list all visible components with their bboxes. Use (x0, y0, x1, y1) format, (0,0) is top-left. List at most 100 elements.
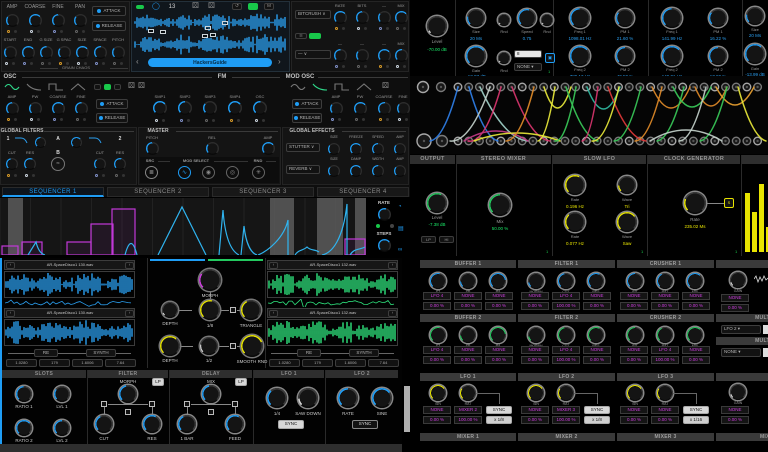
osc-fine-knob[interactable] (74, 101, 88, 115)
clock-rate-knob[interactable] (684, 192, 706, 214)
mod-source-select[interactable]: LFO 4 (552, 346, 580, 354)
mod-dot[interactable] (396, 65, 399, 68)
effect2-size-knob[interactable] (328, 165, 340, 177)
mod-dot[interactable] (379, 118, 382, 121)
mod-dot[interactable] (82, 30, 85, 33)
wave-shape-decay-icon[interactable] (312, 83, 328, 91)
sequencer-display[interactable] (0, 198, 366, 255)
grain-amp-knob[interactable] (5, 13, 19, 27)
effect1-size-knob[interactable] (328, 143, 340, 155)
sample-prev-button[interactable]: ‹ (269, 310, 278, 317)
info-icon[interactable]: ◔ (398, 204, 402, 210)
sample-waveform-right-2[interactable] (268, 320, 397, 345)
filter2-knob[interactable] (70, 136, 82, 148)
mod-amount-value[interactable]: 0.00 % (423, 302, 451, 310)
mod-amount-value[interactable]: 0.00 % (521, 416, 549, 424)
lfo1-rate-knob[interactable] (267, 388, 287, 408)
depth-bottom-knob[interactable] (160, 336, 180, 356)
gran-speed-knob[interactable] (518, 9, 536, 27)
main-waveform-bottom[interactable] (134, 34, 287, 55)
mod-node[interactable] (230, 307, 236, 313)
edge-gain-knob[interactable] (745, 44, 765, 64)
multiple2-input-select[interactable]: NONE ▾ (721, 348, 761, 357)
mod-dot[interactable] (162, 119, 165, 122)
edge-size-knob[interactable] (746, 7, 764, 25)
mod-dot[interactable] (53, 118, 56, 121)
mod-amount-value[interactable]: 100.00 % (552, 356, 580, 364)
mod-dot[interactable] (30, 30, 33, 33)
mod-dot[interactable] (379, 65, 382, 68)
mod-dot[interactable] (75, 30, 78, 33)
sample-param-value[interactable]: 1.6006 (72, 359, 103, 367)
mod-amount-value[interactable]: 100.00 % (552, 416, 580, 424)
ratio-bottom-knob[interactable] (200, 337, 218, 355)
mod-dot[interactable] (60, 118, 63, 121)
tab-sequencer-1[interactable]: SEQUENCER 1 (2, 187, 104, 197)
sample-name-pill[interactable]: HackersGuide (148, 58, 272, 67)
multiple1-input-select[interactable]: LFO 2 ▾ (721, 325, 761, 334)
sample-param-value[interactable]: 7.64 (105, 359, 136, 367)
mod-osc-pw-knob[interactable] (353, 101, 367, 115)
wave-shape-square-icon[interactable] (334, 83, 350, 91)
fx1-knob[interactable] (377, 10, 391, 24)
mod-dot[interactable] (237, 119, 240, 122)
filter-2-cut-knob[interactable] (558, 327, 574, 343)
mod-source-select[interactable]: NONE (651, 292, 679, 300)
osc-voice-toggle[interactable] (104, 84, 111, 90)
osc-attack-button[interactable]: ATTACK (96, 99, 128, 109)
osc-voice-toggle[interactable] (94, 84, 101, 90)
mod-select-icon[interactable]: ∿ (178, 166, 191, 179)
delay-mode-chip[interactable]: LP (235, 378, 247, 386)
reload-icon[interactable]: ↺ (232, 3, 242, 10)
mod-dot[interactable] (113, 62, 116, 65)
mod-osc-amp-knob[interactable] (329, 101, 343, 115)
grain-pan-knob[interactable] (73, 13, 87, 27)
crusher-2-rat-knob[interactable] (657, 327, 673, 343)
output-hi-chip[interactable]: HI (439, 236, 454, 243)
mod-osc-coarse-knob[interactable] (377, 101, 391, 115)
mod-amount-value[interactable]: 0.00 % (485, 356, 513, 364)
gran-step-select[interactable]: 8 (514, 50, 542, 58)
grain-g-size-knob[interactable] (39, 45, 53, 59)
mod-osc-fine-knob[interactable] (396, 101, 410, 115)
mod-dot[interactable] (342, 65, 345, 68)
lfo-1-rat-knob[interactable] (460, 385, 476, 401)
sample-next-button[interactable]: › (125, 310, 134, 317)
grain-marker[interactable] (221, 20, 228, 25)
fx2-knob[interactable] (355, 48, 369, 62)
mod-amount-value[interactable]: 0.00 % (620, 302, 648, 310)
free-led-icon[interactable] (390, 224, 394, 228)
mod-amount-value[interactable]: 0.00 % (521, 356, 549, 364)
mod-osc-release-button[interactable]: RELEASE (292, 113, 322, 123)
fx1-knob[interactable] (394, 10, 408, 24)
grain-size-knob[interactable] (75, 45, 89, 59)
sample-param-value[interactable]: 179 (302, 359, 333, 367)
sample-param-value[interactable]: 1.0280 (269, 359, 300, 367)
mod-source-select[interactable]: NONE (454, 292, 482, 300)
rnd-icon[interactable]: ✳ (252, 166, 265, 179)
lfo-3-sync-chip[interactable]: SYNC (683, 406, 709, 414)
mod-dot[interactable] (342, 27, 345, 30)
mod-dot[interactable] (37, 30, 40, 33)
prev-sample-icon[interactable]: ‹ (136, 58, 139, 66)
sample-prev-button[interactable]: ‹ (6, 262, 15, 269)
mini-box[interactable] (763, 348, 768, 357)
oscb-pm1-knob[interactable] (709, 9, 727, 27)
delay-left-knob[interactable] (178, 415, 196, 433)
filter-1-cut-knob[interactable] (558, 273, 574, 289)
mod-source-select[interactable]: NONE (620, 292, 648, 300)
osc-release-button[interactable]: RELEASE (96, 113, 128, 123)
sample-waveform-right-1[interactable] (268, 272, 397, 297)
fx-slot2-select[interactable]: — ∨ (295, 50, 331, 59)
sample-prev-button[interactable]: ‹ (269, 262, 278, 269)
sample-next-button[interactable]: › (388, 310, 397, 317)
mod-amount-value[interactable]: 100.00 % (651, 356, 679, 364)
lfo-2-rat-knob[interactable] (558, 385, 574, 401)
depth-top-knob[interactable] (162, 302, 178, 318)
mod-dot[interactable] (338, 118, 341, 121)
crusher-1-rat-knob[interactable] (657, 273, 673, 289)
mod-amount-value[interactable]: 0.00 % (651, 302, 679, 310)
mod-dot[interactable] (364, 27, 367, 30)
mixer-mix-knob[interactable] (489, 194, 511, 216)
sample-mode-button-right[interactable]: RE (297, 349, 321, 357)
